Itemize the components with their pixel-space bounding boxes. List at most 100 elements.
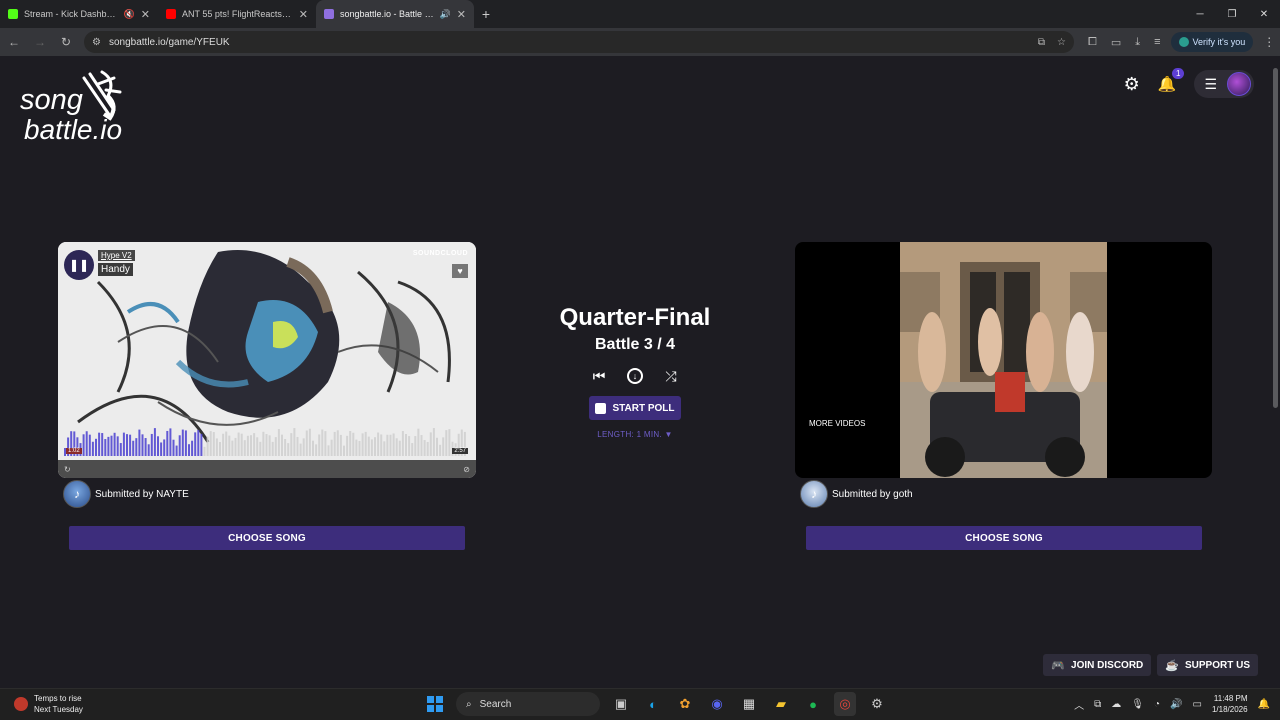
volume-icon[interactable]: 🔊 bbox=[1170, 699, 1182, 710]
edge-icon[interactable]: ◐ bbox=[642, 692, 664, 716]
soundcloud-logo[interactable]: SOUNDCLOUD bbox=[413, 250, 468, 257]
waveform-bar bbox=[88, 434, 91, 456]
install-app-icon[interactable]: ⧉ bbox=[1038, 37, 1045, 48]
audio-playing-icon[interactable]: 🔊 bbox=[440, 9, 451, 20]
notification-center-icon[interactable]: 🔔 bbox=[1258, 699, 1270, 710]
forward-button[interactable]: → bbox=[28, 30, 52, 54]
waveform-bar bbox=[209, 431, 212, 456]
new-tab-button[interactable]: + bbox=[474, 0, 498, 28]
support-us-button[interactable]: ☕ SUPPORT US bbox=[1157, 654, 1258, 676]
pause-button[interactable]: ❚❚ bbox=[64, 250, 94, 280]
tab-youtube[interactable]: ANT 55 pts! FlightReacts To TIM ✕ bbox=[158, 0, 316, 28]
more-videos-link[interactable]: MORE VIDEOS bbox=[809, 419, 865, 428]
start-poll-button[interactable]: START POLL bbox=[589, 396, 681, 420]
waveform-bar bbox=[126, 434, 128, 456]
soundcloud-player[interactable]: ❚❚ Hype V2 Handy SOUNDCLOUD ♥ 1:02 2:57 … bbox=[58, 242, 476, 478]
user-menu-button[interactable]: ☰ bbox=[1194, 70, 1254, 98]
discord-taskbar-icon[interactable]: ◉ bbox=[706, 692, 728, 716]
waveform-bar bbox=[160, 442, 163, 456]
songbattle-logo[interactable]: song battle.io bbox=[20, 70, 140, 150]
scrollbar-thumb[interactable] bbox=[1273, 68, 1278, 408]
like-heart-icon[interactable]: ♥ bbox=[452, 264, 468, 278]
page-scrollbar[interactable] bbox=[1270, 56, 1280, 688]
file-explorer-icon[interactable]: ▰ bbox=[770, 692, 792, 716]
url-text[interactable]: songbattle.io/game/YFEUK bbox=[109, 37, 1030, 48]
close-tab-icon[interactable]: ✕ bbox=[457, 8, 466, 21]
verify-button[interactable]: Verify it's you bbox=[1170, 32, 1254, 52]
waveform-bar bbox=[175, 445, 178, 456]
close-tab-icon[interactable]: ✕ bbox=[299, 8, 308, 21]
track-artist[interactable]: Hype V2 bbox=[98, 250, 135, 261]
cast-icon[interactable]: ▭ bbox=[1111, 36, 1121, 49]
settings-gear-icon[interactable]: ⚙ bbox=[1124, 74, 1140, 95]
download-icon[interactable]: ↓ bbox=[627, 368, 643, 384]
settings-app-icon[interactable]: ⚙ bbox=[866, 692, 888, 716]
previous-battle-icon[interactable]: ⏮ bbox=[591, 368, 607, 384]
start-poll-label: START POLL bbox=[612, 402, 675, 414]
weather-widget[interactable]: Temps to rise Next Tuesday bbox=[14, 693, 83, 715]
waveform-bar bbox=[445, 430, 448, 456]
waveform[interactable] bbox=[64, 422, 470, 456]
waveform-bar bbox=[299, 443, 302, 456]
address-bar[interactable]: ⚙ songbattle.io/game/YFEUK ⧉ ☆ bbox=[84, 31, 1074, 53]
submitter-left: ♪ Submitted by NAYTE bbox=[63, 480, 189, 508]
mute-icon[interactable]: 🔇 bbox=[124, 9, 135, 20]
notifications-bell-icon[interactable]: 🔔 1 bbox=[1158, 68, 1185, 93]
waveform-bar bbox=[277, 429, 280, 456]
reading-list-icon[interactable]: ≡ bbox=[1154, 36, 1160, 49]
microphone-icon[interactable]: 🎙 bbox=[1131, 699, 1144, 710]
downloads-icon[interactable]: ⤓ bbox=[1135, 36, 1140, 49]
onedrive-icon[interactable]: ☁ bbox=[1111, 699, 1121, 710]
site-info-icon[interactable]: ⚙ bbox=[92, 37, 101, 48]
waveform-bar bbox=[339, 434, 342, 456]
poll-length-select[interactable]: LENGTH: 1 MIN. ▼ bbox=[535, 430, 735, 439]
wifi-icon[interactable]: ◔ bbox=[1154, 699, 1160, 710]
task-view-icon[interactable]: ▣ bbox=[610, 692, 632, 716]
tray-app-icon[interactable]: ⧉ bbox=[1094, 699, 1101, 710]
system-clock[interactable]: 11:48 PM 1/18/2026 bbox=[1212, 693, 1248, 715]
back-button[interactable]: ← bbox=[2, 30, 26, 54]
battle-controls: ⏮ ↓ ⤮ bbox=[535, 368, 735, 384]
youtube-player[interactable]: MORE VIDEOS bbox=[795, 242, 1212, 478]
browser-menu-icon[interactable]: ⋮ bbox=[1263, 35, 1275, 49]
close-window-icon[interactable]: ✕ bbox=[1248, 0, 1280, 28]
choose-song-right-button[interactable]: CHOOSE SONG bbox=[806, 526, 1202, 550]
waveform-bar bbox=[336, 430, 339, 456]
waveform-bar bbox=[234, 437, 237, 456]
youtube-favicon-icon bbox=[166, 9, 176, 19]
store-icon[interactable]: ▦ bbox=[738, 692, 760, 716]
copilot-icon[interactable]: ✿ bbox=[674, 692, 696, 716]
waveform-bar bbox=[122, 432, 125, 456]
restore-icon[interactable]: ❐ bbox=[1216, 0, 1248, 28]
waveform-bar bbox=[203, 446, 206, 456]
spotify-icon[interactable]: ● bbox=[802, 692, 824, 716]
weather-line2: Next Tuesday bbox=[34, 705, 83, 714]
tab-kick-dashboard[interactable]: Stream - Kick Dashboard 🔇 ✕ bbox=[0, 0, 158, 28]
chrome-icon[interactable]: ◎ bbox=[834, 692, 856, 716]
reload-button[interactable]: ↻ bbox=[54, 30, 78, 54]
waveform-bar bbox=[169, 428, 172, 456]
waveform-bar bbox=[271, 441, 274, 456]
tray-overflow-icon[interactable]: ︿ bbox=[1074, 697, 1084, 712]
verify-label: Verify it's you bbox=[1192, 37, 1246, 47]
windows-start-icon[interactable] bbox=[424, 692, 446, 716]
waveform-bar bbox=[312, 440, 314, 456]
waveform-bar bbox=[423, 440, 426, 456]
tab-songbattle[interactable]: songbattle.io - Battle Songs 🔊 ✕ bbox=[316, 0, 474, 28]
waveform-bar bbox=[426, 441, 429, 456]
choose-song-left-button[interactable]: CHOOSE SONG bbox=[69, 526, 465, 550]
minimize-icon[interactable]: ─ bbox=[1184, 0, 1216, 28]
taskbar-search[interactable]: ⌕ Search bbox=[456, 692, 600, 716]
join-discord-button[interactable]: 🎮 JOIN DISCORD bbox=[1043, 654, 1152, 676]
track-title[interactable]: Handy bbox=[98, 263, 133, 276]
repost-icon[interactable]: ↻ bbox=[64, 465, 71, 474]
battery-icon[interactable]: ▭ bbox=[1193, 699, 1202, 710]
waveform-bar bbox=[178, 435, 181, 456]
waveform-bar bbox=[141, 434, 144, 456]
close-tab-icon[interactable]: ✕ bbox=[141, 8, 150, 21]
shuffle-icon[interactable]: ⤮ bbox=[663, 368, 679, 384]
waveform-bar bbox=[367, 436, 370, 456]
bookmark-star-icon[interactable]: ☆ bbox=[1057, 37, 1066, 48]
share-icon[interactable]: ⊘ bbox=[463, 465, 470, 474]
extensions-icon[interactable]: ⧠ bbox=[1088, 36, 1097, 49]
